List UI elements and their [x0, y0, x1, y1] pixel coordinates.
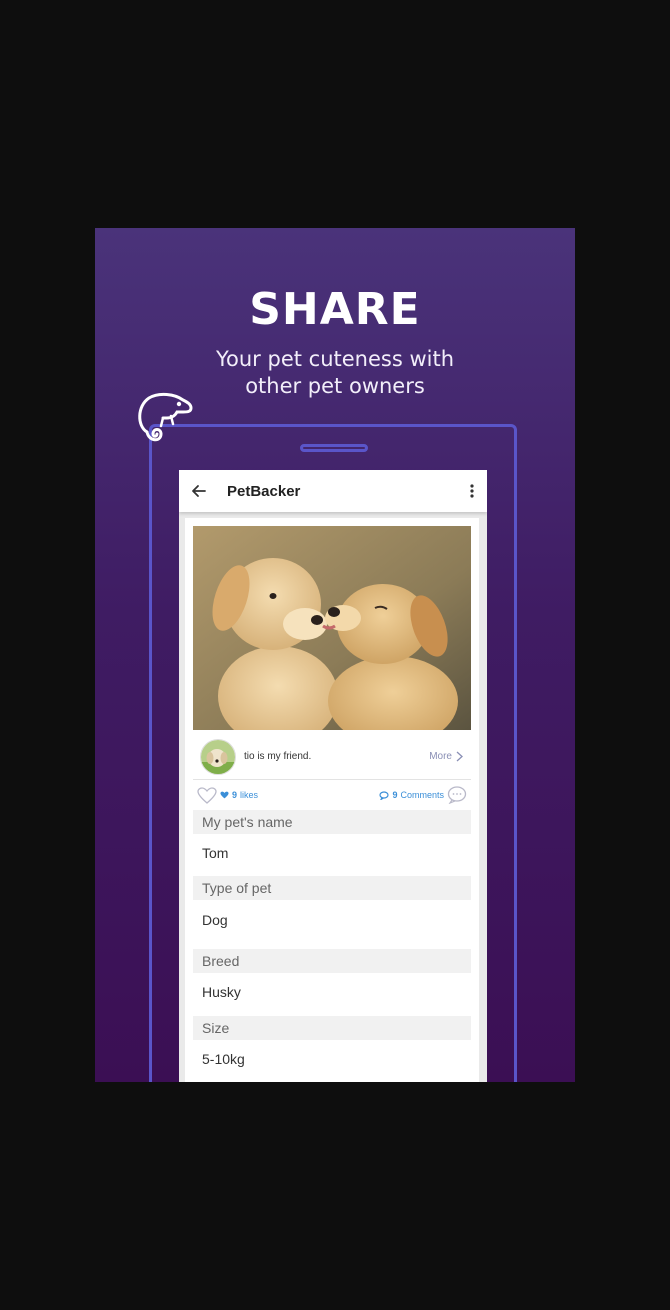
pet-name-label: My pet's name: [193, 810, 471, 834]
pet-type-value: Dog: [202, 912, 228, 928]
pet-name-value: Tom: [202, 845, 229, 861]
back-button[interactable]: [179, 470, 219, 512]
avatar[interactable]: [200, 738, 236, 775]
comments-label: Comments: [400, 790, 444, 800]
post-caption: tio is my friend.: [244, 751, 312, 762]
overflow-menu-button[interactable]: [457, 470, 487, 512]
more-label: More: [429, 751, 452, 762]
arrow-left-icon: [192, 485, 206, 497]
headline: SHARE: [249, 284, 421, 335]
size-value: 5-10kg: [202, 1051, 245, 1067]
post-photo[interactable]: [193, 526, 471, 730]
more-link[interactable]: More: [429, 751, 463, 762]
dog-avatar-icon: [201, 739, 235, 774]
comments-count: 9: [392, 790, 398, 800]
likes-count: 9: [232, 790, 238, 800]
app-title: PetBacker: [227, 482, 301, 500]
post-card: tio is my friend. More 9 likes 9 Comment…: [185, 518, 479, 1082]
two-puppies-photo: [193, 526, 471, 730]
comment-small-icon: [379, 790, 390, 800]
post-author-row: tio is my friend. More: [193, 734, 471, 780]
phone-speaker: [300, 444, 368, 452]
phone-screen: PetBacker tio is my friend. More 9 likes…: [179, 470, 487, 1082]
breed-value: Husky: [202, 984, 241, 1000]
comments-area[interactable]: 9 Comments: [379, 786, 467, 804]
chameleon-logo-icon: [138, 392, 193, 442]
breed-label: Breed: [193, 949, 471, 973]
subheadline-line-1: Your pet cuteness with: [215, 347, 454, 371]
size-label: Size: [193, 1016, 471, 1040]
likes-label: likes: [240, 790, 259, 800]
post-stats-row: 9 likes 9 Comments: [193, 784, 471, 806]
pet-type-label: Type of pet: [193, 876, 471, 900]
promo-panel: SHARE Your pet cuteness with other pet o…: [95, 228, 575, 1082]
heart-outline-icon[interactable]: [197, 786, 217, 804]
app-bar: PetBacker: [179, 470, 487, 512]
more-vert-icon: [470, 484, 474, 498]
comment-bubble-icon[interactable]: [447, 786, 467, 804]
likes-area[interactable]: 9 likes: [197, 786, 259, 804]
chevron-right-icon: [456, 751, 463, 762]
heart-filled-icon: [220, 791, 229, 799]
